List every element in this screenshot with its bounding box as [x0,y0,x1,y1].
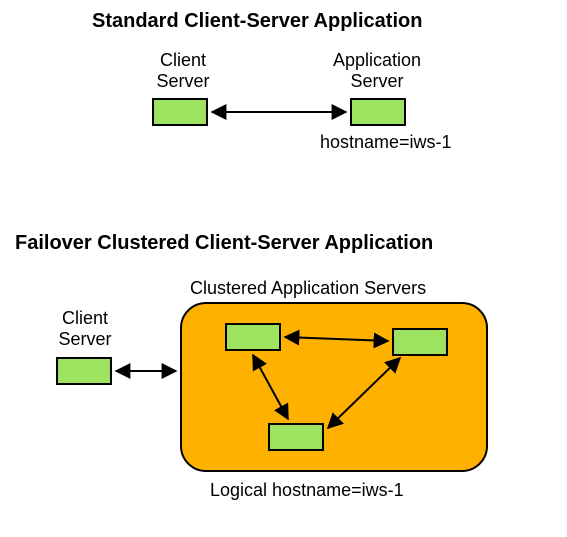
text: Client [62,308,108,328]
diagram2-title: Failover Clustered Client-Server Applica… [15,232,433,255]
diagram1-appserver-label: Application Server [322,50,432,91]
diagram1-title: Standard Client-Server Application [92,10,422,33]
diagram2-logical-hostname: Logical hostname=iws-1 [210,480,404,501]
diagram1-client-node [152,98,208,126]
diagram2-client-node [56,357,112,385]
diagram2-client-label: Client Server [45,308,125,349]
diagram1-client-label: Client Server [143,50,223,91]
text: Application [333,50,421,70]
cluster-node-bottom [268,423,324,451]
text: Server [156,71,209,91]
diagram1-hostname: hostname=iws-1 [320,132,452,153]
diagram2-cluster-label: Clustered Application Servers [190,278,426,299]
cluster-node-top-left [225,323,281,351]
text: Client [160,50,206,70]
text: Server [58,329,111,349]
text: Server [350,71,403,91]
diagram1-appserver-node [350,98,406,126]
cluster-node-top-right [392,328,448,356]
